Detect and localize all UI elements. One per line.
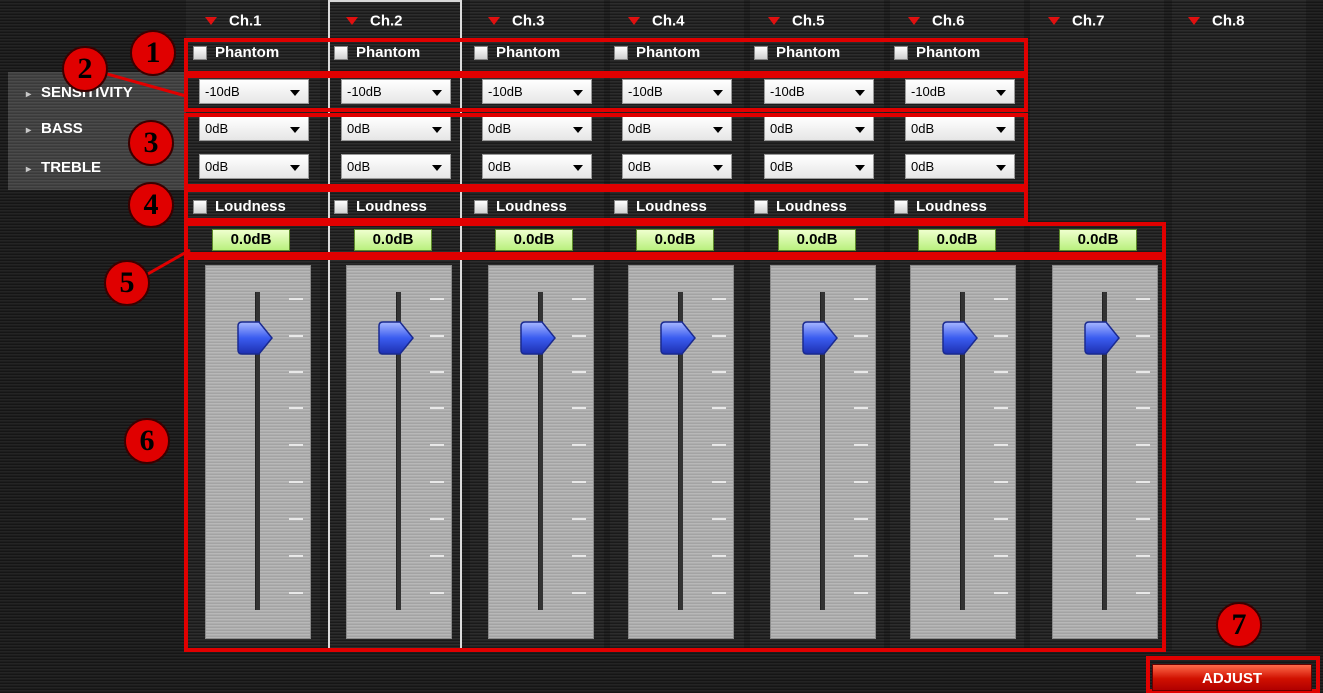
callout-2: 2 [62,46,108,92]
callout-6: 6 [124,418,170,464]
callout-4: 4 [128,182,174,228]
adjust-button[interactable]: ADJUST [1152,664,1312,691]
callout-1: 1 [130,30,176,76]
callout-leader-lines [99,70,191,277]
callout-5: 5 [104,260,150,306]
callout-7: 7 [1216,602,1262,648]
callout-3: 3 [128,120,174,166]
